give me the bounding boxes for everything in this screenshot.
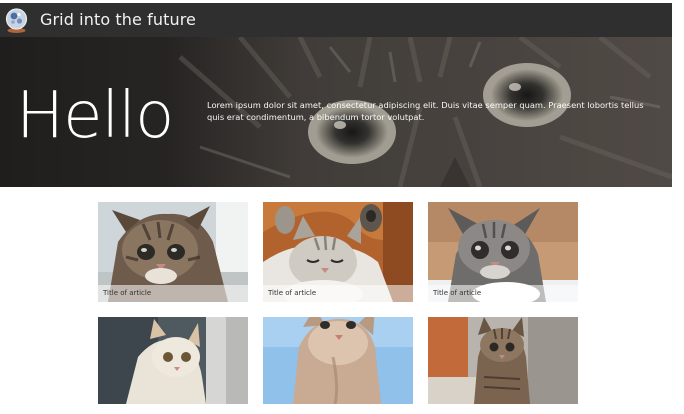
article-card[interactable] [428, 317, 578, 404]
globe-logo-icon[interactable] [4, 7, 29, 34]
card-title[interactable]: Title of article [433, 289, 481, 297]
article-card[interactable]: Title of article [98, 202, 248, 302]
kitten-sky-image [263, 317, 413, 404]
kitten-doorway-image [428, 317, 578, 404]
article-card[interactable] [98, 317, 248, 404]
hero-body-text: Lorem ipsum dolor sit amet, consectetur … [207, 100, 644, 122]
card-caption: Title of article [428, 285, 578, 302]
card-title[interactable]: Title of article [103, 289, 151, 297]
card-title[interactable]: Title of article [268, 289, 316, 297]
top-navigation-bar: Grid into the future [0, 3, 672, 37]
kitten-white-image [98, 317, 248, 404]
article-card[interactable] [263, 317, 413, 404]
hero-heading: Hello [16, 79, 174, 153]
article-card[interactable]: Title of article [428, 202, 578, 302]
card-caption: Title of article [263, 285, 413, 302]
site-title[interactable]: Grid into the future [40, 10, 196, 29]
article-card[interactable]: Title of article [263, 202, 413, 302]
card-caption: Title of article [98, 285, 248, 302]
hero-banner: Hello Lorem ipsum dolor sit amet, consec… [0, 37, 672, 187]
